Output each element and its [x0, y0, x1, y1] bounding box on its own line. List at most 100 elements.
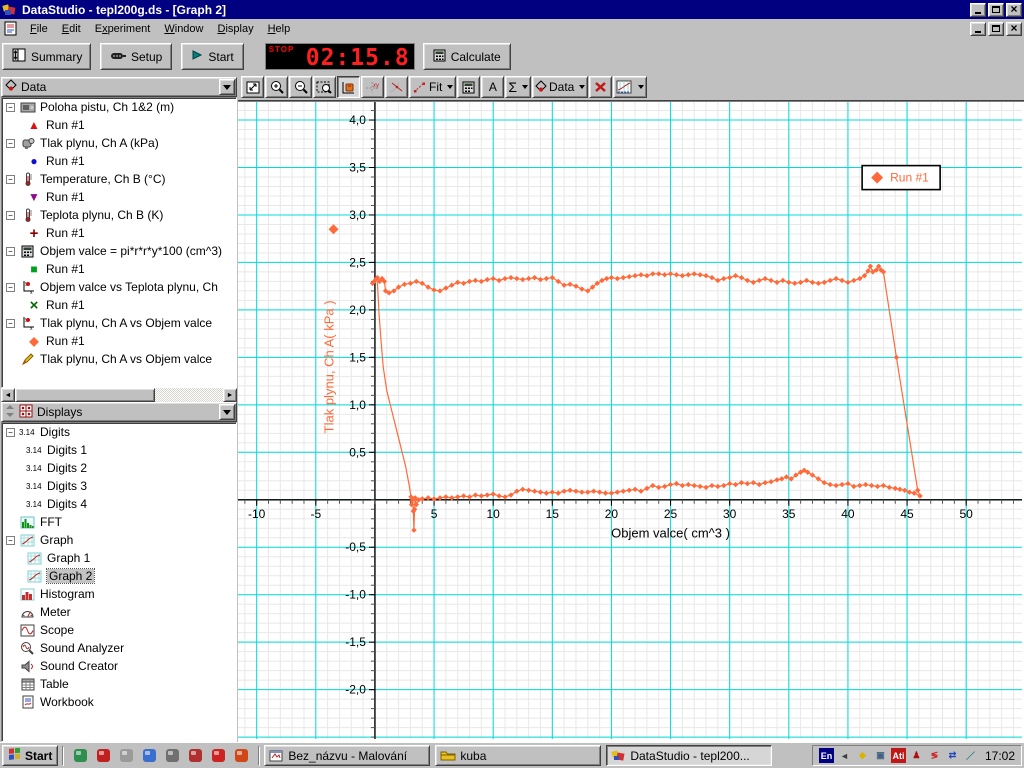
delta-tool-button[interactable]: xy: [361, 76, 384, 98]
restore-button[interactable]: [988, 2, 1004, 17]
input-indicator-icon[interactable]: En: [818, 748, 834, 763]
quicklaunch-1-icon[interactable]: [72, 747, 89, 764]
quicklaunch-7-icon[interactable]: [210, 747, 227, 764]
displays-tree-item[interactable]: Sound Analyzer: [2, 639, 236, 657]
data-panel-dropdown[interactable]: [219, 79, 235, 95]
tree-expander[interactable]: −: [6, 535, 15, 545]
scale-to-fit-button[interactable]: [241, 76, 264, 98]
tree-expander[interactable]: −: [6, 427, 15, 437]
data-tree-item[interactable]: ◆ Run #1: [2, 332, 236, 350]
start-menu-button[interactable]: Start: [2, 745, 59, 766]
tree-expander[interactable]: −: [6, 246, 15, 256]
statistics-button[interactable]: Σ: [505, 76, 531, 98]
dropdown-arrow-icon[interactable]: [638, 85, 645, 89]
setup-button[interactable]: Setup: [100, 43, 173, 70]
scrollbar-thumb[interactable]: [15, 388, 155, 402]
task-paint[interactable]: Bez_názvu - Malování: [264, 745, 431, 766]
tray-agent-icon[interactable]: ♟: [908, 748, 924, 763]
calculate-button[interactable]: Calculate: [422, 43, 511, 70]
displays-tree-item[interactable]: − Graph: [2, 531, 236, 549]
displays-tree-item[interactable]: Histogram: [2, 585, 236, 603]
text-annotation-button[interactable]: A: [481, 76, 505, 98]
mdi-restore-button[interactable]: [988, 21, 1004, 36]
displays-panel-header[interactable]: Displays: [1, 402, 237, 422]
quicklaunch-4-icon[interactable]: [141, 747, 158, 764]
data-tree-item[interactable]: ● Run #1: [2, 152, 236, 170]
data-tree-item[interactable]: −yxTlak plynu, Ch A vs Objem valce: [2, 314, 236, 332]
zoom-out-button[interactable]: [289, 76, 312, 98]
dropdown-arrow-icon[interactable]: [522, 85, 528, 89]
displays-tree-item[interactable]: FFT: [2, 513, 236, 531]
scroll-right-arrow[interactable]: ►: [223, 388, 237, 402]
displays-tree-item[interactable]: Graph 2: [2, 567, 236, 585]
data-tree-item[interactable]: ■ Run #1: [2, 260, 236, 278]
menu-edit[interactable]: Edit: [55, 21, 88, 37]
displays-tree-item[interactable]: 3.14 Digits 1: [2, 441, 236, 459]
menu-window[interactable]: Window: [157, 21, 210, 37]
data-panel-header[interactable]: Data: [1, 77, 237, 97]
tree-expander[interactable]: −: [6, 174, 15, 184]
calculator-button[interactable]: [457, 76, 481, 98]
document-icon[interactable]: [3, 21, 19, 36]
task-datastudio[interactable]: DataStudio - tepl200...: [606, 745, 773, 766]
displays-tree-item[interactable]: Scope: [2, 621, 236, 639]
displays-tree-item[interactable]: −3.14 Digits: [2, 423, 236, 441]
tree-expander[interactable]: −: [6, 102, 15, 112]
data-tree-hscrollbar[interactable]: ◄ ►: [1, 388, 237, 402]
data-tree-item[interactable]: − Tlak plynu, Ch A (kPa): [2, 134, 236, 152]
tree-expander[interactable]: −: [6, 210, 15, 220]
zoom-select-button[interactable]: [313, 76, 336, 98]
displays-tree-item[interactable]: Graph 1: [2, 549, 236, 567]
displays-tree-item[interactable]: 3.14 Digits 3: [2, 477, 236, 495]
tray-ati-icon[interactable]: Ati: [890, 748, 906, 763]
close-button[interactable]: ×: [1006, 2, 1022, 17]
graph-canvas[interactable]: -10 -5 5 10 15 20 25 30 35 40 45 50 4,0 3,5 3,0 2,5 2,0 1…: [238, 102, 1022, 739]
data-tree-item[interactable]: × Run #1: [2, 296, 236, 314]
quicklaunch-5-icon[interactable]: [164, 747, 181, 764]
displays-tree-item[interactable]: Table: [2, 675, 236, 693]
displays-tree-item[interactable]: 3.14 Digits 4: [2, 495, 236, 513]
quicklaunch-2-icon[interactable]: [95, 747, 112, 764]
smart-tool-button[interactable]: [337, 76, 360, 98]
displays-tree-item[interactable]: Workbook: [2, 693, 236, 711]
displays-tree-item[interactable]: Sound Creator: [2, 657, 236, 675]
mdi-close-button[interactable]: ×: [1006, 21, 1022, 36]
menu-display[interactable]: Display: [211, 21, 261, 37]
fit-button[interactable]: Fit: [409, 76, 457, 98]
data-tree-item[interactable]: − Temperature, Ch B (°C): [2, 170, 236, 188]
menu-file[interactable]: File: [23, 21, 55, 37]
quicklaunch-8-icon[interactable]: [233, 747, 250, 764]
delete-button[interactable]: [589, 76, 613, 98]
start-button[interactable]: Start: [181, 43, 244, 70]
graph-plot-area[interactable]: -10 -5 5 10 15 20 25 30 35 40 45 50 4,0 3,5 3,0 2,5 2,0 1…: [238, 101, 1024, 742]
tree-expander[interactable]: −: [6, 282, 15, 292]
displays-tree-item[interactable]: Meter: [2, 603, 236, 621]
task-folder[interactable]: kuba: [435, 745, 602, 766]
data-tree-item[interactable]: Tlak plynu, Ch A vs Objem valce: [2, 350, 236, 368]
tree-expander[interactable]: −: [6, 138, 15, 148]
menu-help[interactable]: Help: [261, 21, 298, 37]
data-tree-item[interactable]: − Objem valce = pi*r*r*y*100 (cm^3): [2, 242, 236, 260]
volume-icon[interactable]: ◄: [836, 748, 852, 763]
tray-scheduler-icon[interactable]: ▣: [872, 748, 888, 763]
data-tree-item[interactable]: − Teplota plynu, Ch B (K): [2, 206, 236, 224]
tray-pen-icon[interactable]: ／: [962, 748, 978, 763]
data-tree-item[interactable]: −yxObjem valce vs Teplota plynu, Ch: [2, 278, 236, 296]
data-tree-item[interactable]: − Poloha pistu, Ch 1&2 (m): [2, 98, 236, 116]
data-tree-item[interactable]: ▼ Run #1: [2, 188, 236, 206]
slope-tool-button[interactable]: [385, 76, 408, 98]
tray-power-icon[interactable]: ≶: [926, 748, 942, 763]
quicklaunch-6-icon[interactable]: [187, 747, 204, 764]
displays-tree-item[interactable]: 3.14 Digits 2: [2, 459, 236, 477]
dropdown-arrow-icon[interactable]: [447, 85, 454, 89]
data-tree-item[interactable]: ▲ Run #1: [2, 116, 236, 134]
tree-expander[interactable]: −: [6, 318, 15, 328]
graph-settings-button[interactable]: [613, 76, 648, 98]
displays-panel-dropdown[interactable]: [219, 404, 235, 420]
quicklaunch-3-icon[interactable]: [118, 747, 135, 764]
dropdown-arrow-icon[interactable]: [579, 85, 586, 89]
summary-button[interactable]: Summary: [2, 43, 91, 70]
tray-sync-icon[interactable]: ⇄: [944, 748, 960, 763]
mdi-minimize-button[interactable]: [970, 21, 986, 36]
tray-diamond-icon[interactable]: ◆: [854, 748, 870, 763]
